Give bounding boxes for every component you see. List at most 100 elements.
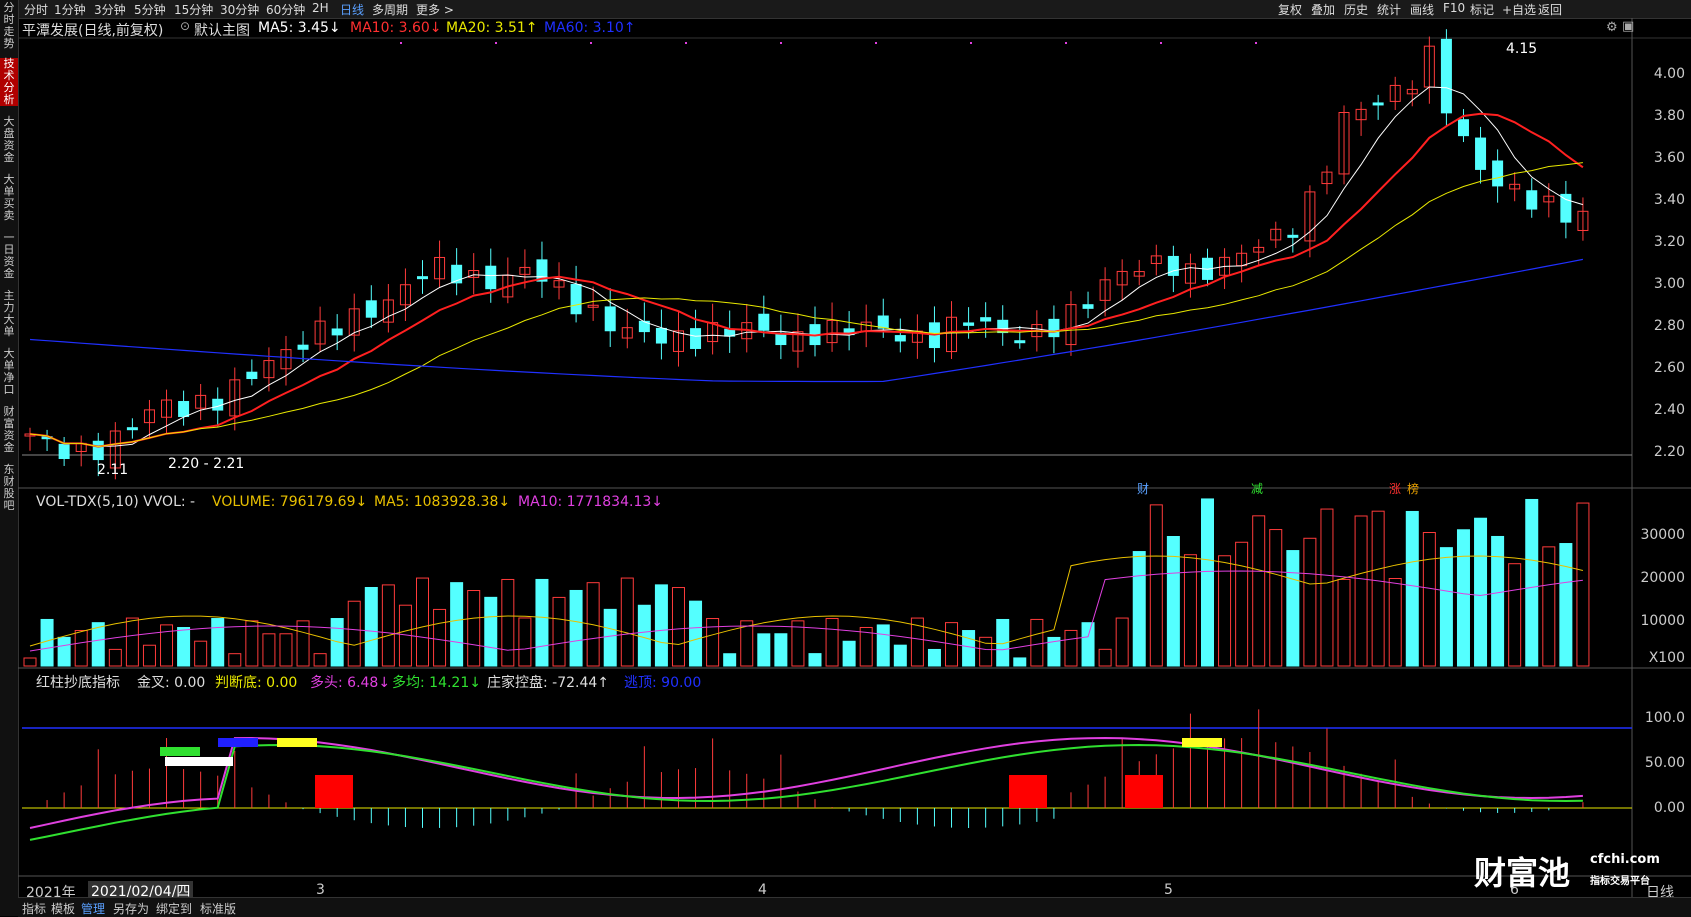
bottom-button-zhibiao[interactable]: 指标 (22, 900, 46, 917)
volume-bar (1337, 578, 1351, 667)
chart-canvas[interactable] (0, 0, 1691, 916)
volume-bar (774, 633, 788, 667)
jincha-readout: 金叉: 0.00 (137, 675, 206, 691)
price-tick: 2.40 (1653, 402, 1685, 418)
candle-body (1526, 190, 1538, 210)
event-marker-bang[interactable]: 榜 (1407, 480, 1419, 497)
candle-body (1082, 304, 1094, 309)
candle-body (417, 276, 428, 280)
candle-body (570, 283, 582, 315)
signal-block-green (160, 747, 200, 756)
close-panel-icon[interactable]: ▣ (1622, 19, 1634, 34)
candle-body (1492, 160, 1504, 187)
volume-bar (825, 618, 839, 667)
volume-bar (108, 648, 122, 667)
volume-bar (723, 653, 737, 667)
volume-bar (706, 618, 720, 667)
volume-bar (1030, 618, 1044, 667)
volume-bar (1303, 537, 1317, 667)
volume-bar (620, 577, 634, 667)
volume-bar (654, 584, 668, 667)
volume-bar (211, 618, 225, 667)
candle-body (92, 440, 104, 461)
ma10-line (29, 112, 1584, 448)
volume-bar (1422, 532, 1436, 667)
settings-icon[interactable]: ⚙ (1606, 20, 1618, 35)
volume-bar (1064, 629, 1078, 667)
signal-block-blue (218, 738, 258, 747)
price-tick: 3.20 (1653, 234, 1685, 250)
volume-bar (279, 633, 293, 667)
bottom-button-guanli[interactable]: 管理 (81, 900, 105, 917)
volume-bar (296, 620, 310, 667)
volume-bar (1371, 510, 1385, 667)
template-selector[interactable]: 默认主图 (194, 20, 250, 40)
signal-block-yellow (277, 738, 317, 747)
indicator-title[interactable]: 红柱抄底指标 (36, 672, 120, 692)
event-marker-zhang[interactable]: 涨 (1389, 480, 1401, 497)
candle-body (963, 322, 975, 326)
chevron-down-icon[interactable]: ⊙ (180, 19, 190, 33)
volume-bar (1320, 508, 1334, 667)
indicator-tick: 0.00 (1653, 800, 1685, 816)
bottom-button-bangdingdao[interactable]: 绑定到 (156, 900, 192, 917)
volume-bar (1491, 535, 1505, 667)
price-tick: 2.20 (1653, 444, 1685, 460)
ma20-readout: MA20: 3.51↑ (446, 20, 538, 36)
volume-bar (1388, 578, 1402, 667)
taoding-readout: 逃顶: 90.00 (624, 675, 702, 691)
stock-title: 平潭发展(日线,前复权) (22, 23, 164, 39)
volume-tick: 30000 (1640, 527, 1685, 543)
volume-readout: VOLUME: 796179.69↓ (212, 494, 368, 510)
volume-bar (1405, 510, 1419, 667)
volume-unit: X100 (1648, 650, 1685, 666)
event-marker-cai[interactable]: 财 (1137, 480, 1149, 497)
volume-bar (552, 596, 566, 667)
signal-red-block (1009, 775, 1047, 808)
xaxis-month-4: 4 (758, 882, 767, 898)
candle-body (1372, 102, 1384, 106)
candle-body (365, 300, 377, 318)
zhuangjia-readout: 庄家控盘: -72.44↑ (487, 675, 610, 691)
watermark-url: cfchi.com (1590, 852, 1660, 867)
volume-bar (808, 653, 822, 667)
volume-title[interactable]: VOL-TDX(5,10) VVOL: - (36, 494, 195, 510)
volume-bar (74, 629, 88, 667)
volume-bar (1183, 554, 1197, 667)
volume-bar (91, 622, 105, 667)
volume-bar (603, 608, 617, 667)
price-tick: 3.80 (1653, 108, 1685, 124)
bottom-button-biaozhunban[interactable]: 标准版 (200, 900, 236, 917)
volume-bar (262, 633, 276, 667)
candle-body (604, 306, 616, 332)
bottom-button-moban[interactable]: 模板 (51, 900, 75, 917)
candle-body (297, 344, 309, 350)
top-dot (1065, 42, 1067, 44)
candle-body (894, 335, 906, 342)
volume-bar (450, 582, 464, 667)
duojun-line (29, 743, 1583, 841)
candle-body (758, 313, 770, 331)
bottom-toolbar: 指标 模板 管理 另存为 绑定到 标准版 (18, 897, 1691, 917)
xaxis-month-3: 3 (316, 882, 325, 898)
bottom-button-lingcunwei[interactable]: 另存为 (113, 900, 149, 917)
candle-body (980, 317, 992, 322)
volume-bar (416, 577, 429, 667)
volume-bar (1252, 515, 1266, 667)
volume-ma5-readout: MA5: 1083928.38↓ (374, 494, 511, 510)
candle-body (246, 371, 258, 380)
volume-bar (1354, 515, 1368, 667)
volume-bar (1149, 504, 1163, 667)
candle-body (690, 328, 702, 349)
volume-bar (637, 604, 651, 667)
volume-bar (1201, 498, 1214, 667)
volume-bar (1508, 563, 1522, 667)
event-marker-jian[interactable]: 减 (1251, 480, 1263, 497)
volume-bar (313, 653, 327, 667)
volume-bar (1559, 543, 1573, 667)
duojun-readout: 多均: 14.21↓ (392, 675, 481, 691)
high-price-marker: 4.15 (1506, 41, 1538, 57)
volume-bar (433, 608, 447, 667)
volume-bar (125, 617, 139, 667)
signal-block-white (165, 757, 233, 766)
